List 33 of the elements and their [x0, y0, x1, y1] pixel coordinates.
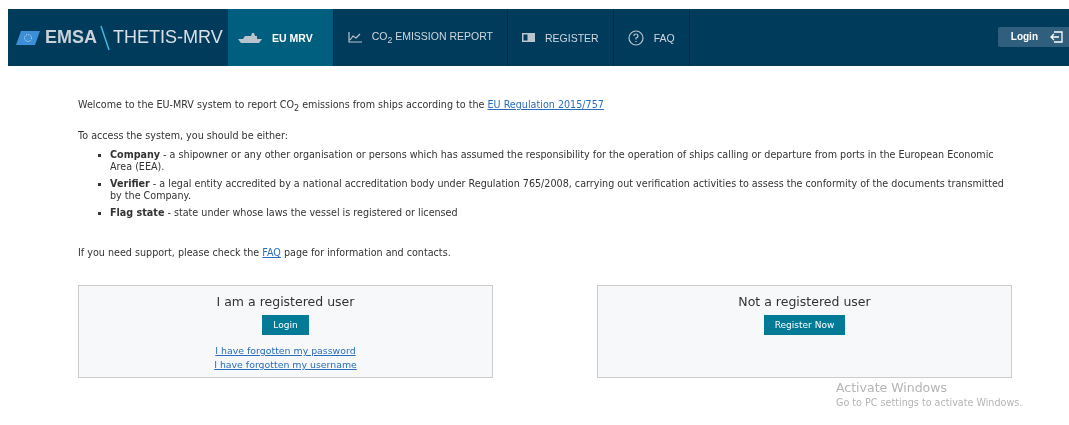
- panel-button[interactable]: Register Now: [763, 314, 846, 335]
- panel-title: I am a registered user: [216, 293, 355, 309]
- faq-link[interactable]: FAQ: [262, 246, 281, 258]
- welcome-text: Welcome to the EU-MRV system to report CO$_{2}$ emissions from ships according to the EU Regulation 2015/757: [78, 99, 605, 115]
- sign-in-icon: [1050, 30, 1063, 43]
- logo-product: THETIS-MRV: [113, 27, 223, 48]
- activation-text: Go to PC settings to activate Windows.: [836, 397, 1023, 408]
- support-text: If you need support, please check the FAQ page for information and contacts.: [78, 246, 452, 259]
- flag-icon: [16, 30, 40, 45]
- role-description: Company - a shipowner or any other organisation or persons which has assumed the responsibility for the operation of ships calling or departure from ports in the European Economic Area (EEA).: [110, 148, 995, 173]
- recovery-link[interactable]: I have forgotten my password: [215, 343, 356, 358]
- bullet-icon: [98, 153, 101, 157]
- bullet-icon: [98, 182, 101, 186]
- panel-title: Not a registered user: [738, 293, 871, 309]
- help-icon: [627, 29, 644, 46]
- recovery-link[interactable]: I have forgotten my username: [214, 357, 357, 372]
- panel-button[interactable]: Login: [262, 314, 309, 335]
- role-description: Verifier - a legal entity accredited by a national accreditation body under Regulation 765/2008, carrying out verification activities to assess the conformity of the documents transmitted by the Company.: [110, 177, 1005, 202]
- nav-tab[interactable]: FAQ: [613, 9, 690, 66]
- nav-tab[interactable]: EU MRV: [228, 9, 334, 66]
- activation-title: Activate Windows: [836, 380, 948, 395]
- login-button[interactable]: Login: [997, 26, 1069, 47]
- chart-icon: [347, 32, 362, 43]
- card-icon: [522, 33, 536, 42]
- ship-icon: [238, 32, 262, 43]
- role-description: Flag state - state under whose laws the vessel is registered or licensed: [110, 206, 459, 219]
- nav-tab[interactable]: CO$_{2}$ EMISSION REPORT: [333, 9, 509, 66]
- logo-brand: EMSA: [45, 27, 97, 48]
- access-text: To access the system, you should be either:: [78, 129, 289, 142]
- nav-tab[interactable]: REGISTER: [508, 9, 614, 66]
- slash-icon: [100, 24, 110, 51]
- regulation-link[interactable]: EU Regulation 2015/757: [487, 99, 604, 110]
- bullet-icon: [98, 211, 101, 215]
